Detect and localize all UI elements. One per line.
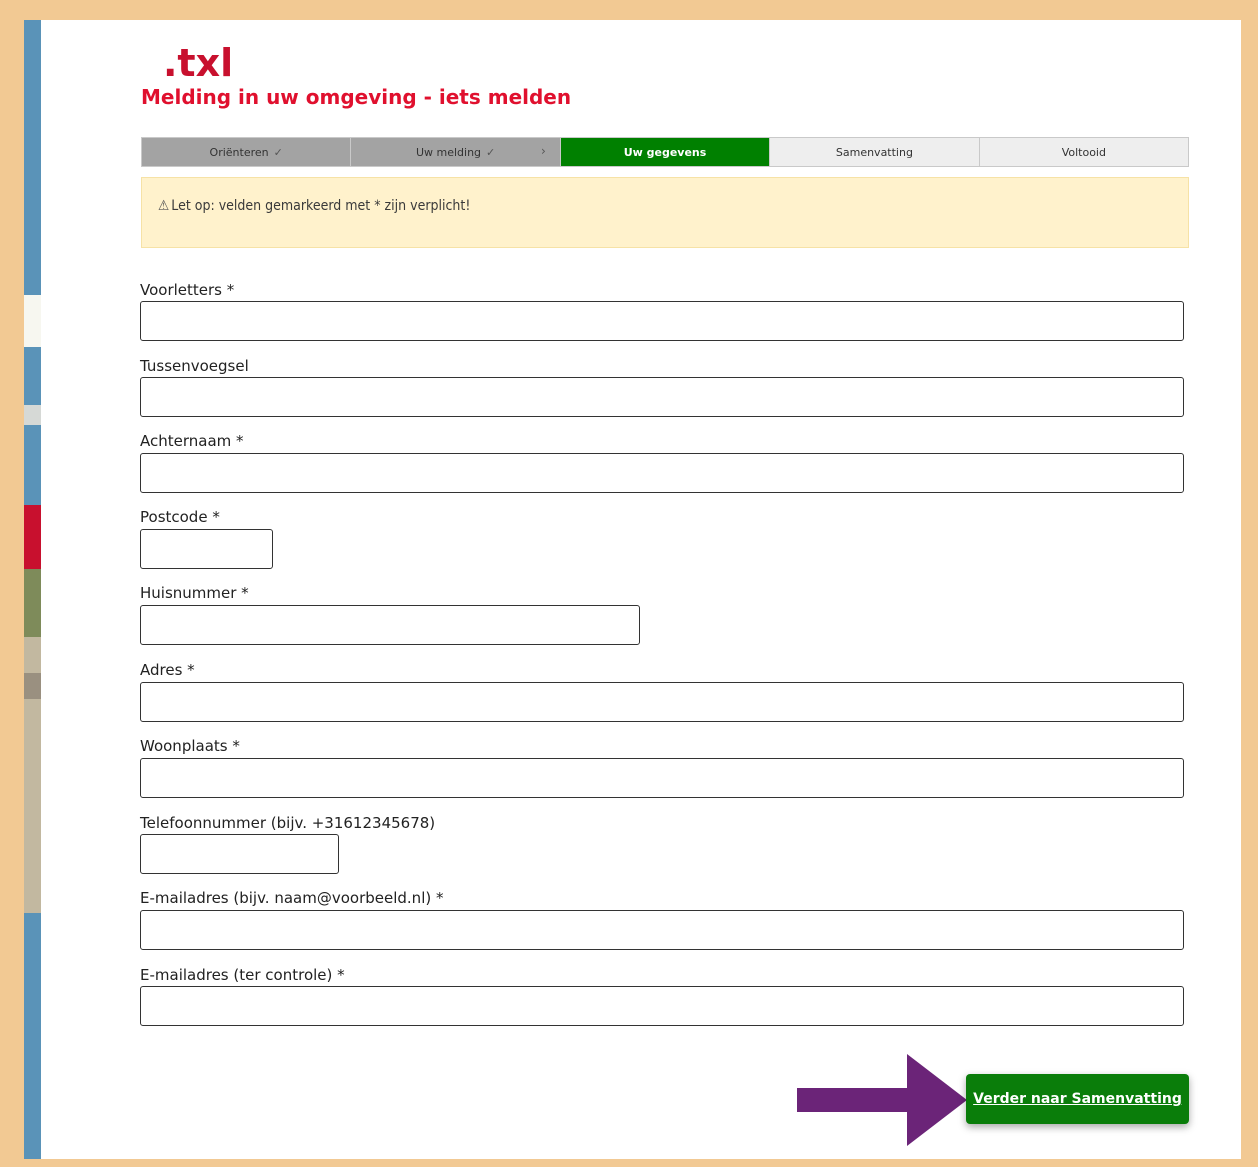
step-samenvatting: Samenvatting bbox=[770, 138, 980, 166]
woonplaats-input[interactable] bbox=[140, 758, 1184, 798]
page: .txl Melding in uw omgeving - iets melde… bbox=[24, 20, 1241, 1159]
notice-text: Let op: velden gemarkeerd met * zijn ver… bbox=[171, 198, 471, 214]
label-tussenvoegsel: Tussenvoegsel bbox=[140, 357, 249, 375]
label-achternaam: Achternaam * bbox=[140, 432, 244, 450]
checkmark-icon: ✓ bbox=[486, 145, 496, 159]
label-postcode: Postcode * bbox=[140, 508, 220, 526]
tussenvoegsel-input[interactable] bbox=[140, 377, 1184, 417]
page-title: Melding in uw omgeving - iets melden bbox=[141, 85, 572, 109]
label-adres: Adres * bbox=[140, 661, 195, 679]
adres-input[interactable] bbox=[140, 682, 1184, 722]
brand-logo: .txl bbox=[163, 41, 234, 85]
warning-triangle-icon: ⚠ bbox=[158, 198, 170, 214]
label-voorletters: Voorletters * bbox=[140, 281, 235, 299]
decorative-side-strip bbox=[24, 20, 41, 1159]
purple-arrow-icon bbox=[797, 1054, 967, 1146]
step-label: Uw gegevens bbox=[623, 145, 707, 159]
emailadres-input[interactable] bbox=[140, 910, 1184, 950]
step-voltooid: Voltooid bbox=[979, 138, 1189, 166]
step-label: Uw melding bbox=[415, 145, 482, 159]
step-label: Oriënteren bbox=[209, 145, 269, 159]
progress-steps: Oriënteren ✓ Uw melding ✓ › Uw gegevens … bbox=[141, 137, 1189, 167]
step-uw-gegevens: Uw gegevens bbox=[560, 138, 771, 166]
required-fields-notice: ⚠ Let op: velden gemarkeerd met * zijn ve… bbox=[141, 177, 1189, 248]
step-label: Voltooid bbox=[1061, 145, 1106, 159]
step-uw-melding[interactable]: Uw melding ✓ › bbox=[351, 138, 561, 166]
label-telefoonnummer: Telefoonnummer (bijv. +31612345678) bbox=[140, 814, 436, 832]
telefoonnummer-input[interactable] bbox=[140, 834, 339, 874]
step-orienteren[interactable]: Oriënteren ✓ bbox=[142, 138, 352, 166]
checkmark-icon: ✓ bbox=[273, 145, 283, 159]
label-emailadres: E-mailadres (bijv. naam@voorbeeld.nl) * bbox=[140, 889, 444, 907]
chevron-right-icon: › bbox=[541, 144, 546, 158]
label-woonplaats: Woonplaats * bbox=[140, 737, 240, 755]
next-to-summary-button[interactable]: Verder naar Samenvatting bbox=[966, 1074, 1189, 1124]
achternaam-input[interactable] bbox=[140, 453, 1184, 493]
voorletters-input[interactable] bbox=[140, 301, 1184, 341]
huisnummer-input[interactable] bbox=[140, 605, 640, 645]
postcode-input[interactable] bbox=[140, 529, 273, 569]
label-emailadres-controle: E-mailadres (ter controle) * bbox=[140, 966, 345, 984]
label-huisnummer: Huisnummer * bbox=[140, 584, 249, 602]
step-label: Samenvatting bbox=[835, 145, 913, 159]
emailadres-controle-input[interactable] bbox=[140, 986, 1184, 1026]
